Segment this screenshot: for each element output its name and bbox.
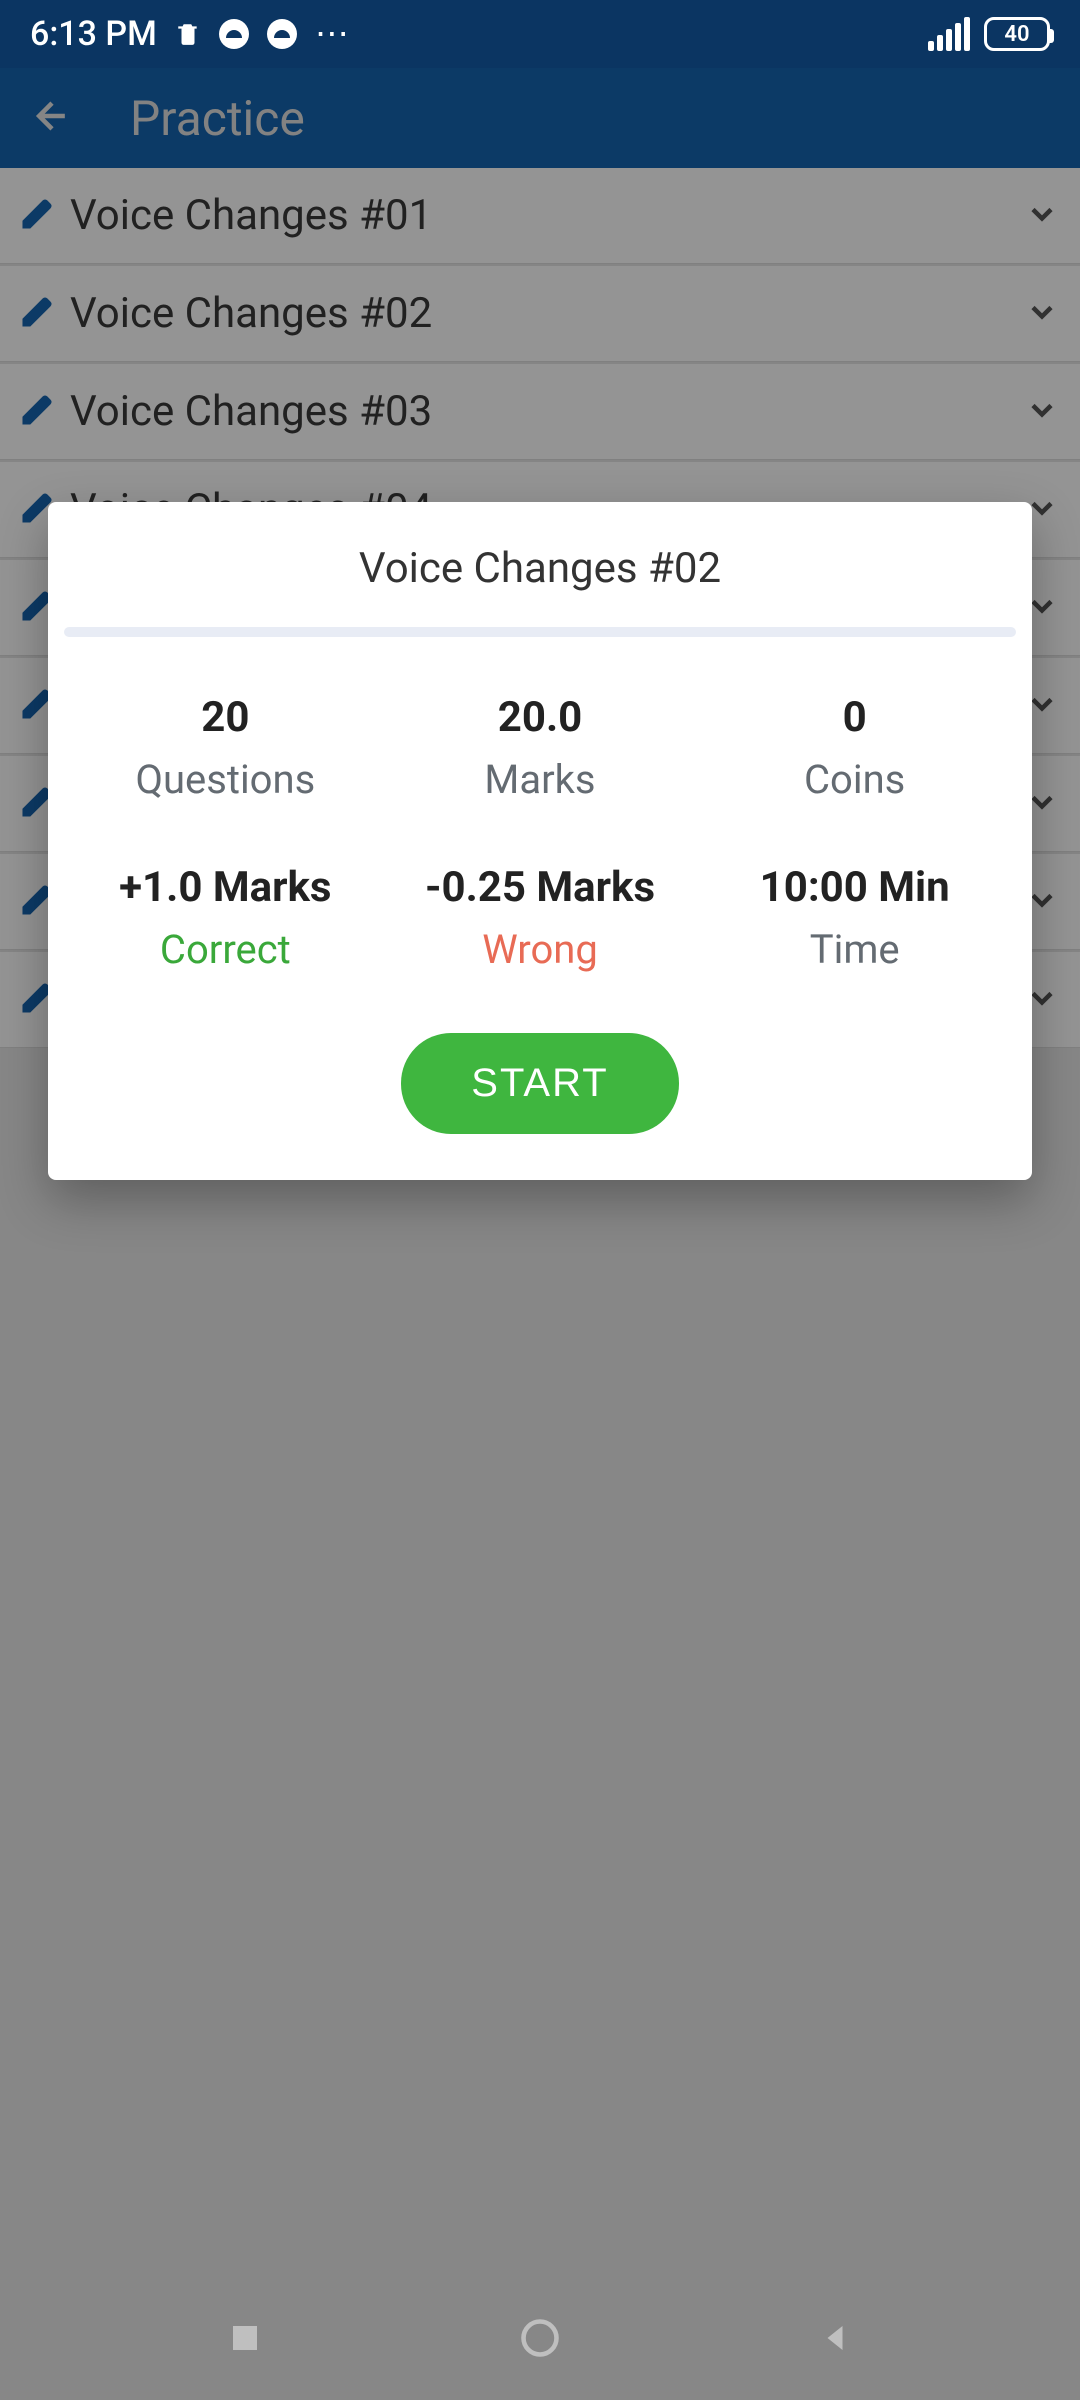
marks-label: Marks <box>383 756 698 803</box>
stat-time: 10:00 Min Time <box>697 863 1012 973</box>
quiz-info-dialog: Voice Changes #02 20 Questions 20.0 Mark… <box>48 502 1032 1180</box>
signal-icon <box>928 17 970 51</box>
stat-questions: 20 Questions <box>68 693 383 803</box>
system-nav-bar <box>0 2280 1080 2400</box>
start-button[interactable]: START <box>401 1033 678 1134</box>
stats-row-1: 20 Questions 20.0 Marks 0 Coins <box>48 693 1032 803</box>
questions-label: Questions <box>68 756 383 803</box>
wrong-value: -0.25 Marks <box>383 863 698 912</box>
stat-coins: 0 Coins <box>697 693 1012 803</box>
more-icon: ⋯ <box>315 14 353 54</box>
marks-value: 20.0 <box>383 693 698 742</box>
stats-row-2: +1.0 Marks Correct -0.25 Marks Wrong 10:… <box>48 863 1032 973</box>
wrong-label: Wrong <box>383 926 698 973</box>
nav-back-icon[interactable] <box>817 2320 853 2360</box>
coins-value: 0 <box>697 693 1012 742</box>
trash-icon <box>175 21 201 47</box>
coins-label: Coins <box>697 756 1012 803</box>
time-value: 10:00 Min <box>697 863 1012 912</box>
modal-overlay[interactable] <box>0 68 1080 2400</box>
questions-value: 20 <box>68 693 383 742</box>
status-time: 6:13 PM <box>30 14 157 54</box>
battery-icon: 40 <box>984 17 1050 51</box>
progress-bar <box>64 627 1016 637</box>
cloud-icon <box>267 19 297 49</box>
correct-value: +1.0 Marks <box>68 863 383 912</box>
battery-level: 40 <box>1004 22 1029 47</box>
cloud-icon <box>219 19 249 49</box>
status-left: 6:13 PM ⋯ <box>30 14 353 54</box>
correct-label: Correct <box>68 926 383 973</box>
dialog-title: Voice Changes #02 <box>48 502 1032 627</box>
stat-marks: 20.0 Marks <box>383 693 698 803</box>
status-bar: 6:13 PM ⋯ 40 <box>0 0 1080 68</box>
status-right: 40 <box>928 17 1050 51</box>
time-label: Time <box>697 926 1012 973</box>
nav-recent-icon[interactable] <box>227 2320 263 2360</box>
nav-home-icon[interactable] <box>518 2316 562 2364</box>
stat-correct: +1.0 Marks Correct <box>68 863 383 973</box>
stat-wrong: -0.25 Marks Wrong <box>383 863 698 973</box>
